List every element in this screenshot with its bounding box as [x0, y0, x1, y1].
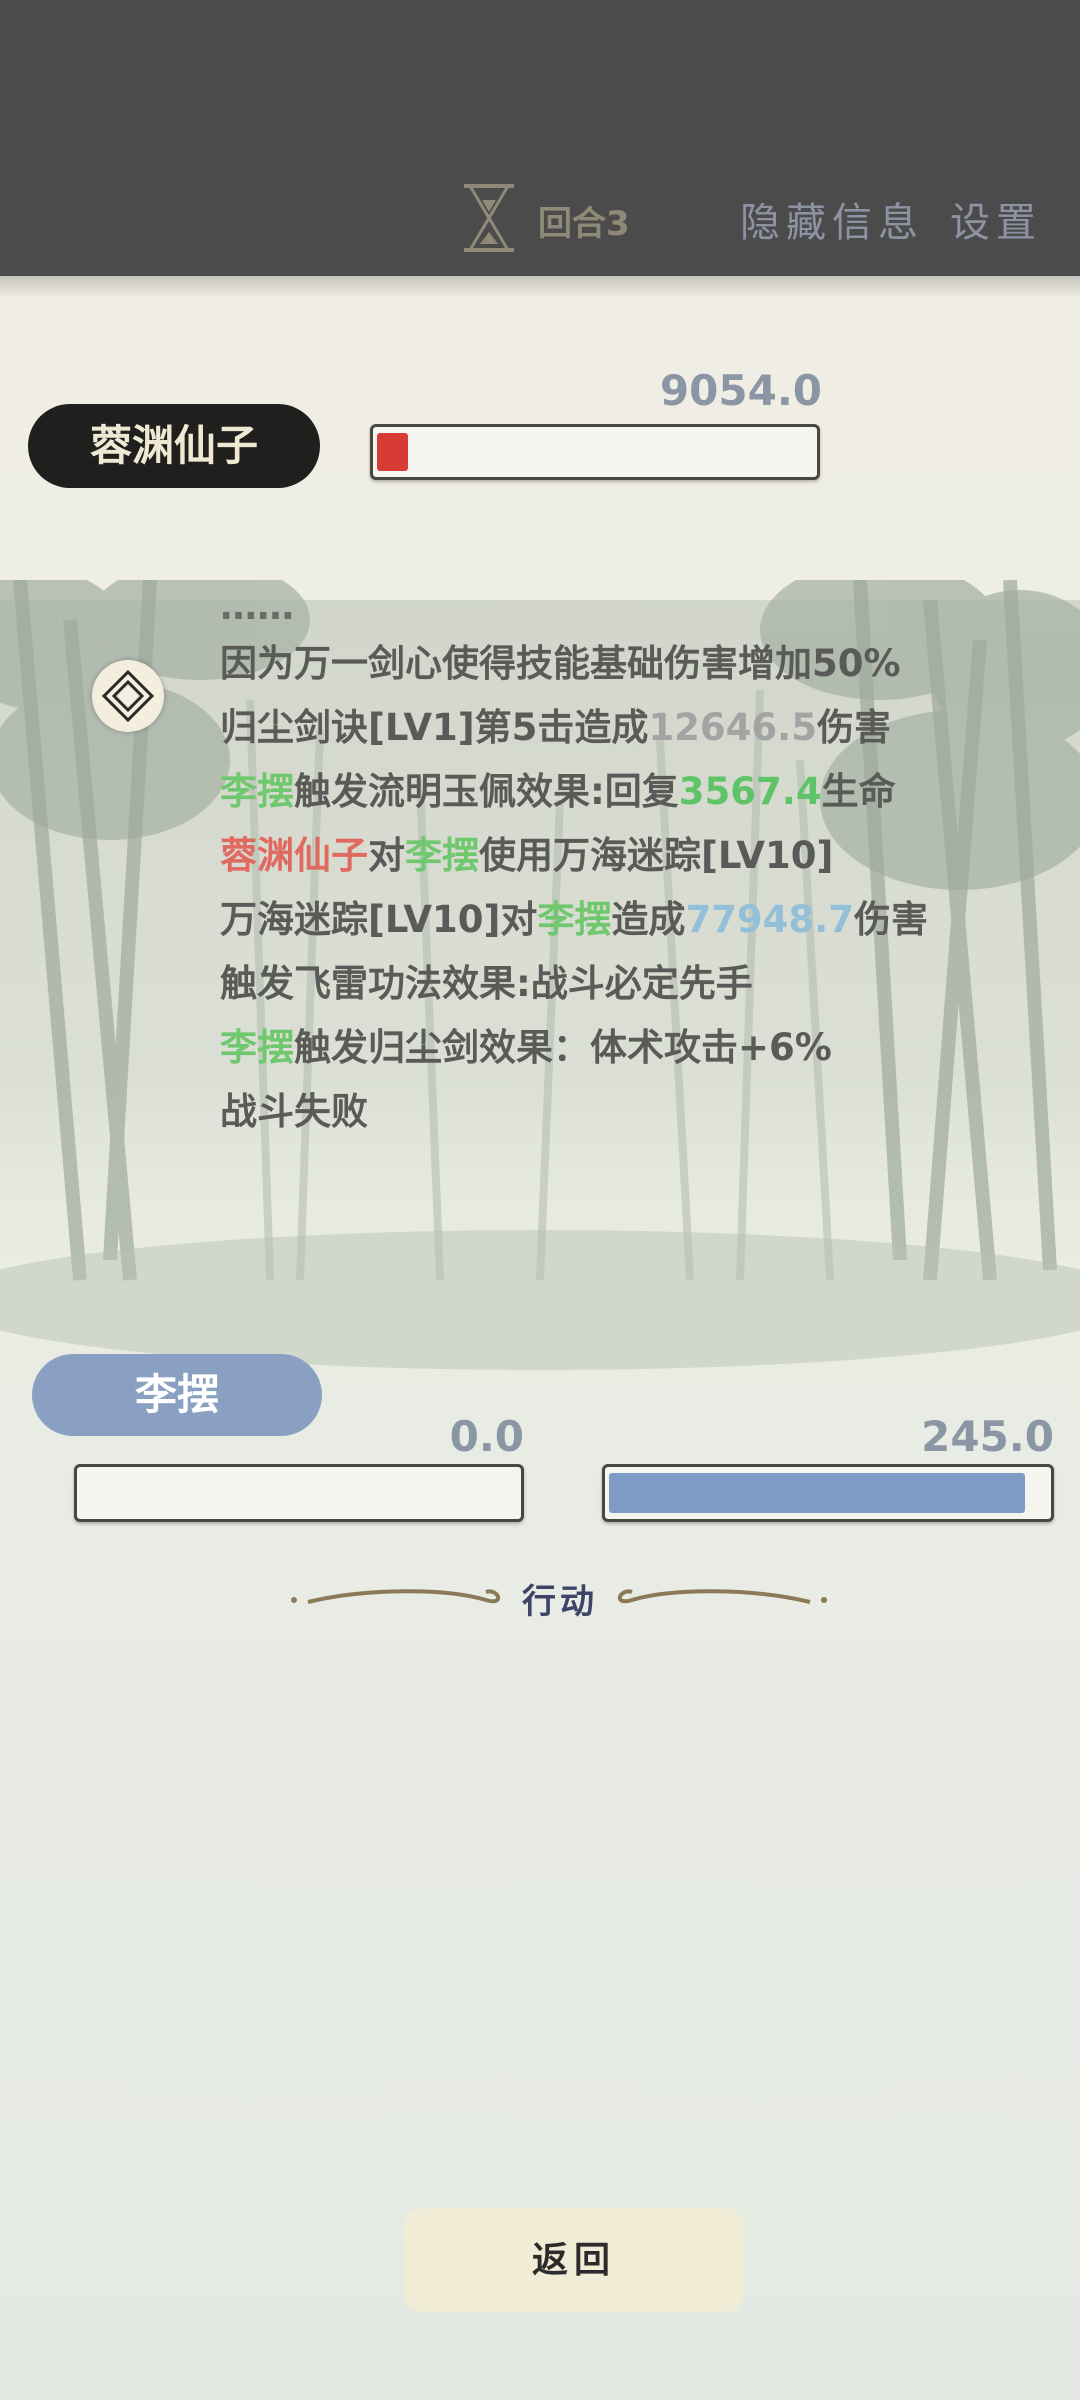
- log-segment: 触发流明玉佩效果:回复: [294, 770, 679, 813]
- log-segment: 对: [368, 834, 405, 877]
- log-line: 战斗失败: [220, 1080, 1060, 1144]
- enemy-name-badge: 蓉渊仙子: [28, 404, 320, 488]
- log-segment: 战斗失败: [220, 1090, 368, 1133]
- log-segment: 归尘剑诀[LV1]第5击造成: [220, 706, 649, 749]
- log-segment: 李摆: [220, 770, 294, 813]
- log-segment: 触发归尘剑效果：体术攻击+6%: [294, 1026, 832, 1069]
- log-segment: 李摆: [537, 898, 612, 941]
- action-label: 行动: [522, 1582, 598, 1622]
- round-counter: 回合3: [538, 204, 630, 244]
- log-segment: 12646.5: [648, 706, 817, 749]
- top-bar-shadow: [0, 276, 1080, 298]
- enemy-hp-bar: [370, 424, 820, 480]
- log-segment: 蓉渊仙子: [220, 834, 368, 877]
- log-segment: 3567.4: [678, 770, 822, 813]
- log-line: 万海迷踪[LV10]对李摆造成77948.7伤害: [220, 888, 1060, 952]
- player-name-badge: 李摆: [32, 1354, 322, 1436]
- enemy-hp-fill: [377, 433, 408, 471]
- diamond-skill-icon[interactable]: [92, 660, 164, 732]
- battle-log[interactable]: …… 因为万一剑心使得技能基础伤害增加50% 归尘剑诀[LV1]第5击造成1264…: [220, 598, 1060, 1144]
- log-segment: 伤害: [816, 706, 891, 749]
- log-line: 归尘剑诀[LV1]第5击造成12646.5伤害: [220, 696, 1060, 760]
- log-segment: 李摆: [220, 1026, 294, 1069]
- log-line: 李摆触发归尘剑效果：体术攻击+6%: [220, 1016, 1060, 1080]
- log-line: 李摆触发流明玉佩效果:回复3567.4生命: [220, 760, 1060, 824]
- log-line-partial: ……: [220, 598, 294, 628]
- log-segment: 使用万海迷踪[LV10]: [479, 834, 834, 877]
- log-segment: 伤害: [853, 898, 928, 941]
- log-line: 因为万一剑心使得技能基础伤害增加50%: [220, 632, 1060, 696]
- hourglass-icon: [464, 184, 514, 252]
- player-mp-bar: [602, 1464, 1054, 1522]
- log-segment: 77948.7: [685, 898, 854, 941]
- settings-button[interactable]: 设置: [950, 190, 1042, 248]
- log-segment: 因为万一剑心使得技能基础伤害增加50%: [220, 642, 901, 685]
- log-segment: 造成: [611, 898, 686, 941]
- hide-info-button[interactable]: 隐藏信息: [740, 190, 924, 248]
- log-line: 蓉渊仙子对李摆使用万海迷踪[LV10]: [220, 824, 1060, 888]
- player-mp-fill: [609, 1473, 1025, 1513]
- return-button[interactable]: 返回: [404, 2208, 744, 2312]
- log-segment: 万海迷踪[LV10]对: [220, 898, 538, 941]
- enemy-hp-value: 9054.0: [659, 366, 822, 415]
- log-segment: 李摆: [405, 834, 479, 877]
- player-mp-value: 245.0: [921, 1412, 1054, 1461]
- log-segment: 触发飞雷功法效果:战斗必定先手: [220, 962, 753, 1005]
- log-line: 触发飞雷功法效果:战斗必定先手: [220, 952, 1060, 1016]
- player-hp-value: 0.0: [449, 1412, 524, 1461]
- log-segment: 生命: [821, 770, 896, 813]
- player-hp-bar: [74, 1464, 524, 1522]
